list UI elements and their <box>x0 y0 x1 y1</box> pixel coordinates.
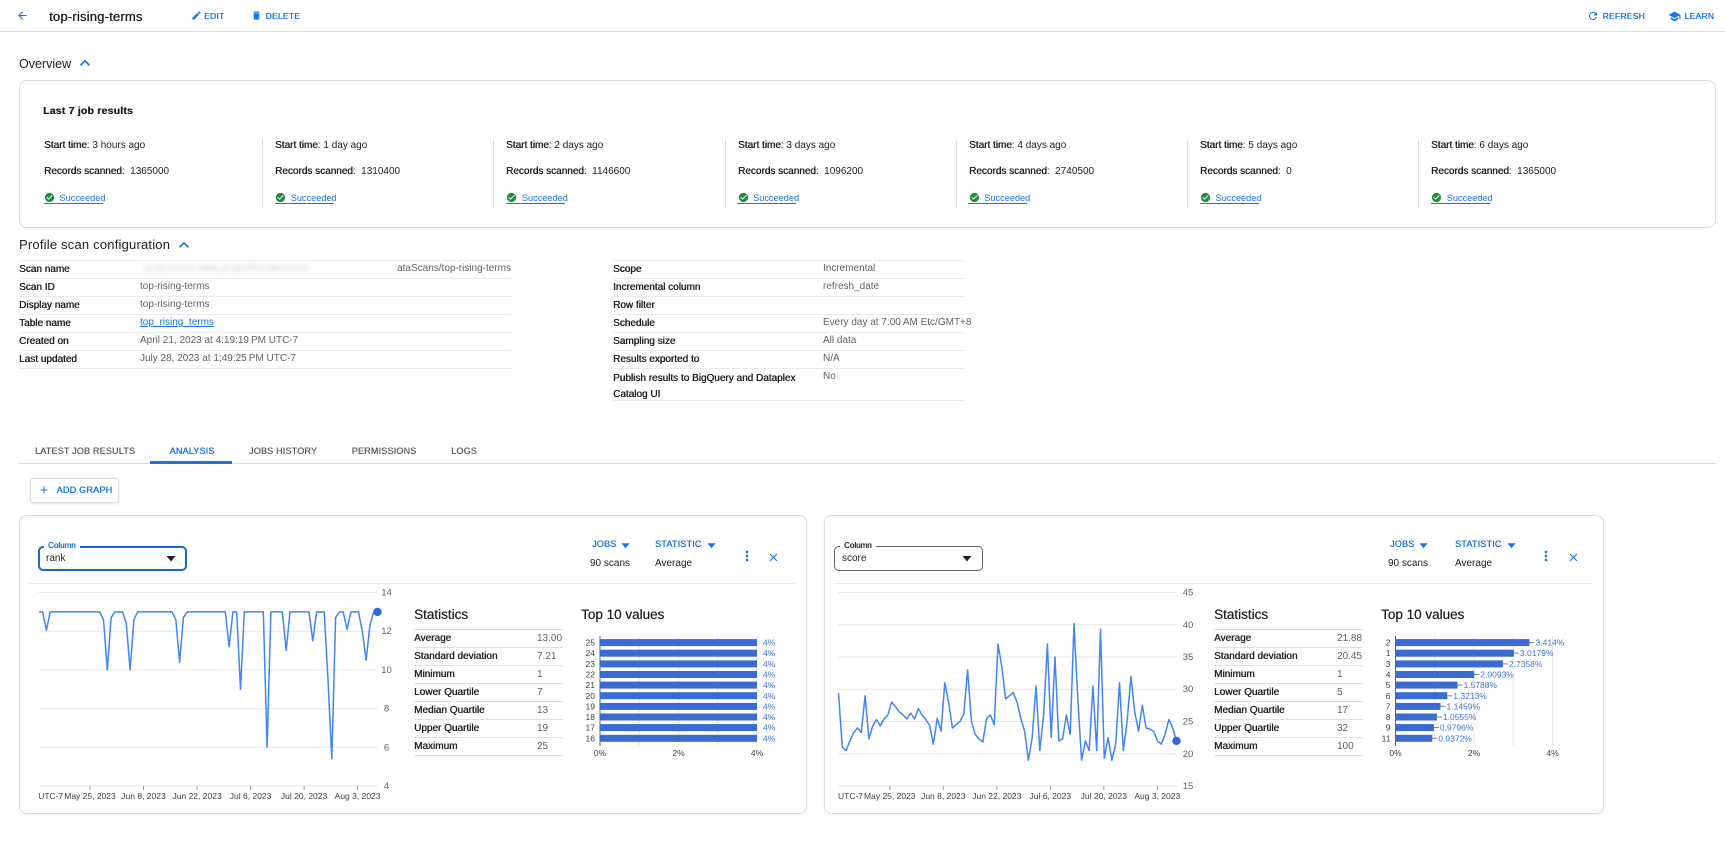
svg-text:17: 17 <box>586 723 596 733</box>
svg-text:8: 8 <box>384 704 389 715</box>
svg-text:23: 23 <box>586 659 596 669</box>
svg-text:Jul 20, 2023: Jul 20, 2023 <box>1081 791 1128 801</box>
svg-text:6: 6 <box>384 742 389 753</box>
svg-text:20: 20 <box>1183 749 1194 760</box>
svg-text:4%: 4% <box>763 701 776 711</box>
svg-text:2%: 2% <box>1468 748 1481 758</box>
svg-text:35: 35 <box>1183 652 1194 663</box>
svg-text:21: 21 <box>586 680 596 690</box>
svg-text:19: 19 <box>586 701 596 711</box>
svg-text:4: 4 <box>1386 670 1391 680</box>
svg-text:0.9372%: 0.9372% <box>1438 733 1472 743</box>
svg-text:Jul 6, 2023: Jul 6, 2023 <box>1030 791 1072 801</box>
svg-text:3.0179%: 3.0179% <box>1520 648 1554 658</box>
svg-text:22: 22 <box>586 670 596 680</box>
svg-text:4%: 4% <box>1546 748 1559 758</box>
svg-text:25: 25 <box>586 638 596 648</box>
svg-text:Jul 6, 2023: Jul 6, 2023 <box>230 791 272 801</box>
svg-text:Jul 20, 2023: Jul 20, 2023 <box>281 791 328 801</box>
svg-text:1.0555%: 1.0555% <box>1443 712 1477 722</box>
svg-text:4%: 4% <box>763 648 776 658</box>
svg-text:4%: 4% <box>763 680 776 690</box>
svg-text:1.5788%: 1.5788% <box>1464 680 1498 690</box>
svg-text:3: 3 <box>1386 659 1391 669</box>
svg-text:12: 12 <box>381 626 392 637</box>
svg-text:40: 40 <box>1183 620 1194 631</box>
svg-text:4%: 4% <box>763 659 776 669</box>
svg-text:2: 2 <box>1386 638 1391 648</box>
svg-text:UTC-7: UTC-7 <box>838 791 863 801</box>
svg-text:16: 16 <box>586 733 596 743</box>
svg-text:4%: 4% <box>763 733 776 743</box>
svg-text:Jun 8, 2023: Jun 8, 2023 <box>121 791 166 801</box>
svg-text:2.0093%: 2.0093% <box>1480 670 1514 680</box>
svg-text:14: 14 <box>381 588 392 599</box>
svg-text:4%: 4% <box>763 638 776 648</box>
svg-text:6: 6 <box>1386 691 1391 701</box>
svg-text:45: 45 <box>1183 588 1194 599</box>
svg-text:18: 18 <box>586 712 596 722</box>
svg-text:20: 20 <box>586 691 596 701</box>
svg-text:Aug 3, 2023: Aug 3, 2023 <box>1134 791 1180 801</box>
svg-text:Jun 22, 2023: Jun 22, 2023 <box>173 791 222 801</box>
svg-text:4%: 4% <box>763 670 776 680</box>
svg-text:3.414%: 3.414% <box>1536 638 1565 648</box>
svg-text:May 25, 2023: May 25, 2023 <box>64 791 116 801</box>
svg-text:Jun 8, 2023: Jun 8, 2023 <box>921 791 966 801</box>
svg-text:24: 24 <box>586 648 596 658</box>
svg-text:1.3213%: 1.3213% <box>1453 691 1487 701</box>
svg-text:May 25, 2023: May 25, 2023 <box>864 791 916 801</box>
svg-text:7: 7 <box>1386 701 1391 711</box>
svg-text:10: 10 <box>381 665 392 676</box>
svg-text:2%: 2% <box>672 748 685 758</box>
svg-text:4: 4 <box>384 781 389 792</box>
svg-text:0.9796%: 0.9796% <box>1440 723 1474 733</box>
svg-text:4%: 4% <box>763 712 776 722</box>
svg-text:Jun 22, 2023: Jun 22, 2023 <box>972 791 1021 801</box>
svg-text:25: 25 <box>1183 717 1194 728</box>
svg-text:9: 9 <box>1386 723 1391 733</box>
svg-text:4%: 4% <box>763 691 776 701</box>
svg-text:UTC-7: UTC-7 <box>38 791 63 801</box>
svg-text:11: 11 <box>1382 733 1391 743</box>
svg-text:1.1459%: 1.1459% <box>1447 701 1481 711</box>
svg-text:Aug 3, 2023: Aug 3, 2023 <box>335 791 381 801</box>
svg-text:30: 30 <box>1183 684 1194 695</box>
svg-text:1: 1 <box>1386 648 1391 658</box>
svg-text:15: 15 <box>1183 781 1194 792</box>
svg-text:2.7358%: 2.7358% <box>1509 659 1543 669</box>
svg-text:8: 8 <box>1386 712 1391 722</box>
svg-text:0%: 0% <box>1389 748 1402 758</box>
svg-text:4%: 4% <box>751 748 764 758</box>
svg-text:5: 5 <box>1386 680 1391 690</box>
svg-text:0%: 0% <box>594 748 607 758</box>
svg-text:4%: 4% <box>763 723 776 733</box>
